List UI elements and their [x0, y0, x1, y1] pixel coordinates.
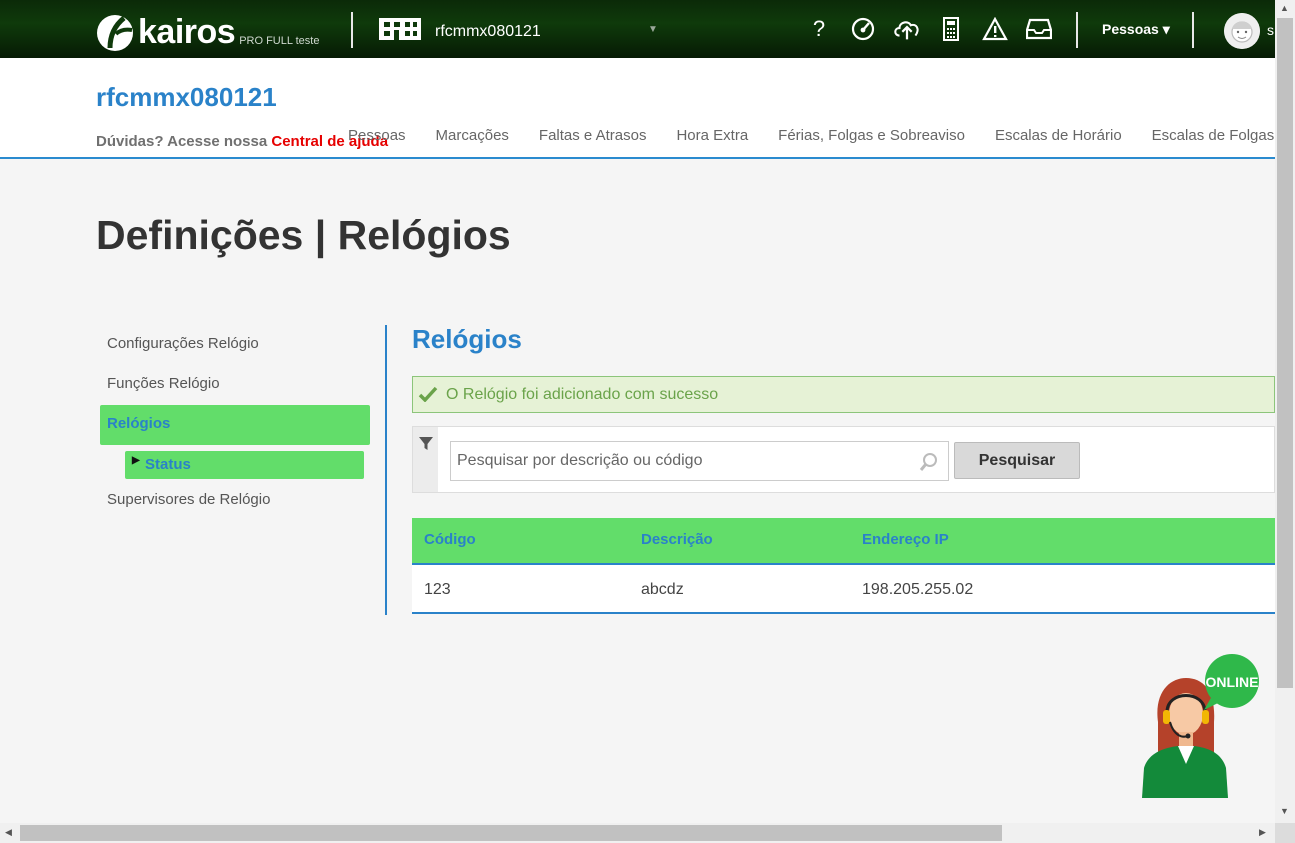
online-badge: ONLINE: [1206, 674, 1259, 690]
divider: [351, 12, 353, 48]
nav-faltas-atrasos[interactable]: Faltas e Atrasos: [539, 127, 647, 144]
warning-icon[interactable]: [980, 14, 1010, 44]
clocks-table: Código Descrição Endereço IP 123 abcdz 1…: [412, 518, 1275, 614]
nav-marcacoes[interactable]: Marcações: [436, 127, 509, 144]
top-icons: ?: [804, 14, 1054, 44]
sidebar-item-configuracoes[interactable]: Configurações Relógio: [100, 325, 370, 365]
nav-escalas-horario[interactable]: Escalas de Horário: [995, 127, 1122, 144]
vertical-scrollbar[interactable]: ▲ ▼: [1275, 0, 1295, 823]
alert-message: O Relógio foi adicionado com sucesso: [446, 385, 719, 403]
support-agent-icon: ONLINE: [1142, 654, 1259, 798]
nav-pessoas[interactable]: Pessoas: [348, 127, 406, 144]
page-title: Definições | Relógios: [96, 212, 511, 258]
company-selector[interactable]: rfcmmx080121: [379, 18, 541, 45]
col-descricao[interactable]: Descrição: [641, 531, 713, 548]
pessoas-dropdown[interactable]: Pessoas ▾: [1102, 21, 1170, 38]
search-bar: Pesquisar: [412, 426, 1275, 493]
kairos-logo-mark: [96, 12, 136, 52]
main-nav: Pessoas Marcações Faltas e Atrasos Hora …: [348, 127, 1295, 144]
filter-toggle[interactable]: [413, 427, 438, 492]
speedometer-icon[interactable]: [848, 14, 878, 44]
caret-right-icon: ▶: [132, 455, 140, 466]
sidebar-item-funcoes[interactable]: Funções Relógio: [100, 365, 370, 405]
search-input[interactable]: [450, 441, 949, 481]
filter-icon: [419, 437, 433, 456]
user-name[interactable]: s: [1267, 22, 1274, 38]
scroll-up-icon[interactable]: ▲: [1280, 3, 1289, 13]
scrollbar-corner: [1275, 823, 1295, 843]
checkmark-icon: [418, 386, 438, 407]
calculator-icon[interactable]: [936, 14, 966, 44]
cell-codigo: 123: [424, 581, 451, 598]
caret-down-icon[interactable]: ▼: [648, 24, 658, 35]
building-icon: [379, 18, 421, 45]
success-alert: O Relógio foi adicionado com sucesso: [412, 376, 1275, 413]
search-icon[interactable]: [919, 452, 939, 477]
logo-subtitle: PRO FULL teste: [239, 35, 320, 47]
sidebar-item-supervisores[interactable]: Supervisores de Relógio: [100, 481, 370, 521]
col-codigo[interactable]: Código: [424, 531, 476, 548]
section-title: Relógios: [412, 324, 522, 354]
sidebar-subitem-status[interactable]: ▶ Status: [125, 451, 364, 479]
scroll-left-icon[interactable]: ◀: [5, 827, 12, 838]
col-endereco-ip[interactable]: Endereço IP: [862, 531, 949, 548]
top-bar: kairos PRO FULL teste rfcmmx080121 ▼ ? P…: [0, 0, 1275, 58]
avatar[interactable]: [1224, 13, 1260, 49]
nav-hora-extra[interactable]: Hora Extra: [676, 127, 748, 144]
scroll-down-icon[interactable]: ▼: [1280, 806, 1289, 816]
cell-endereco-ip: 198.205.255.02: [862, 581, 974, 598]
logo-text: kairos: [138, 13, 236, 51]
kairos-logo[interactable]: kairos PRO FULL teste: [96, 6, 319, 52]
nav-ferias[interactable]: Férias, Folgas e Sobreaviso: [778, 127, 965, 144]
divider: [1076, 12, 1078, 48]
horizontal-scroll-thumb[interactable]: [20, 825, 1002, 841]
scroll-right-icon[interactable]: ▶: [1259, 827, 1266, 838]
cloud-upload-icon[interactable]: [892, 14, 922, 44]
chat-widget[interactable]: ONLINE: [1140, 652, 1262, 798]
sidebar: Configurações Relógio Funções Relógio Re…: [100, 325, 370, 521]
divider: [1192, 12, 1194, 48]
sidebar-subitem-label: Status: [145, 456, 191, 473]
help-icon[interactable]: ?: [804, 14, 834, 44]
help-prefix: Dúvidas? Acesse nossa: [96, 133, 272, 150]
nav-escalas-folgas[interactable]: Escalas de Folgas: [1152, 127, 1275, 144]
help-text: Dúvidas? Acesse nossa Central de ajuda: [96, 133, 388, 150]
table-header: Código Descrição Endereço IP: [412, 518, 1275, 565]
search-button[interactable]: Pesquisar: [954, 442, 1080, 479]
vertical-scroll-thumb[interactable]: [1277, 18, 1293, 688]
sidebar-divider: [385, 325, 387, 615]
horizontal-scrollbar[interactable]: ◀ ▶: [0, 823, 1275, 843]
table-row[interactable]: 123 abcdz 198.205.255.02: [412, 565, 1275, 614]
cell-descricao: abcdz: [641, 581, 684, 598]
sidebar-item-relogios[interactable]: Relógios: [100, 405, 370, 445]
inbox-icon[interactable]: [1024, 14, 1054, 44]
company-title: rfcmmx080121: [96, 82, 277, 112]
page-header: rfcmmx080121 Dúvidas? Acesse nossa Centr…: [0, 58, 1275, 159]
company-selector-label: rfcmmx080121: [435, 22, 541, 40]
